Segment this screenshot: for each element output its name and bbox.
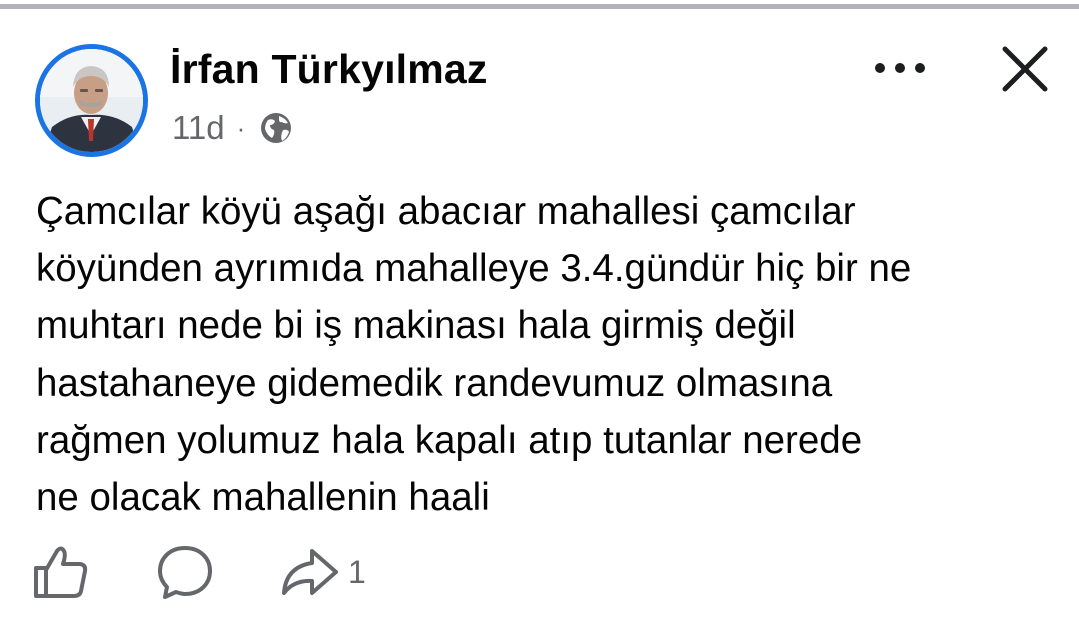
more-horizontal-icon [875,63,925,73]
post-text: Çamcılar köyü aşağı abacıar mahallesi ça… [36,190,912,520]
action-bar: 1 [0,540,1079,610]
share-count: 1 [348,553,366,590]
avatar-photo [40,49,143,152]
post-meta: 11d · [172,108,293,148]
top-divider [0,4,1079,9]
close-button[interactable] [996,40,1054,98]
author-avatar[interactable] [35,44,148,157]
more-options-button[interactable] [868,48,932,88]
comment-button[interactable] [155,540,215,604]
share-button[interactable]: 1 [278,540,366,604]
globe-icon [259,111,293,145]
post-view: İrfan Türkyılmaz 11d · Çamcılar köyü aşa… [0,0,1079,620]
post-time[interactable]: 11d [172,109,225,147]
close-icon [1002,46,1048,92]
author-name[interactable]: İrfan Türkyılmaz [170,46,488,93]
like-button[interactable] [30,540,90,604]
comment-icon [158,546,212,599]
share-icon [282,549,338,595]
thumbs-up-icon [34,546,88,598]
meta-separator: · [236,112,246,143]
